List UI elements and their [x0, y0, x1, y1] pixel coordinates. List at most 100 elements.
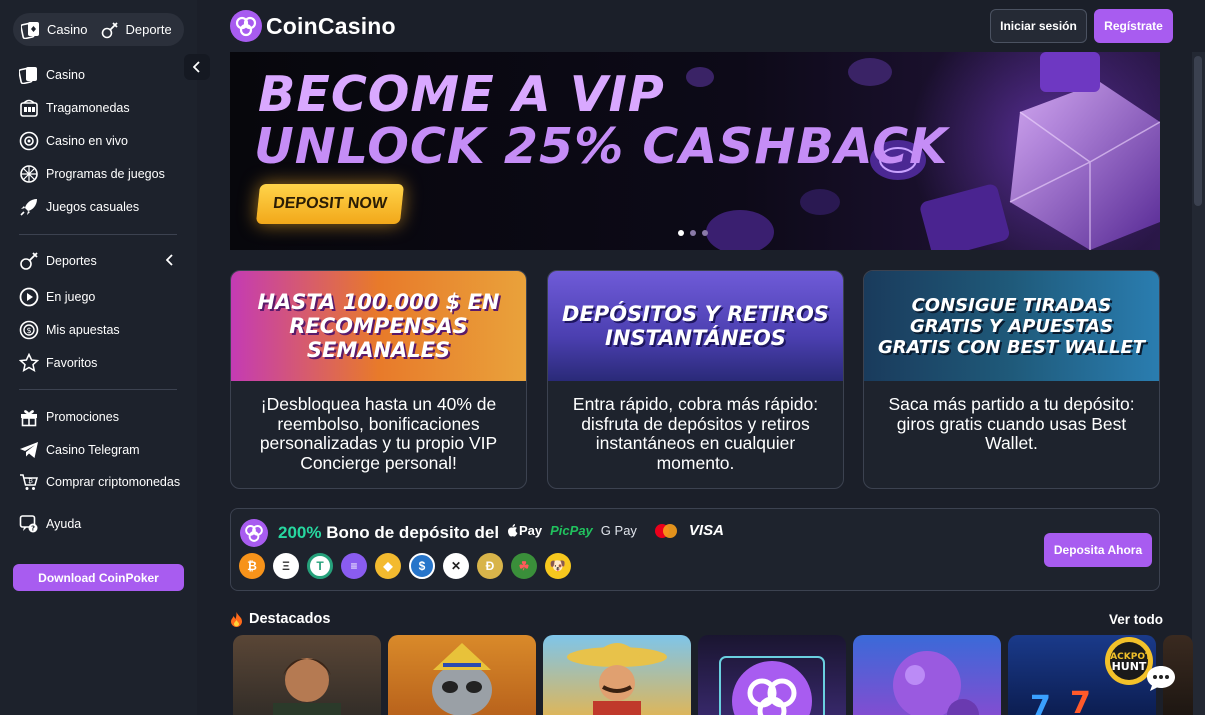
game-thumbnail	[273, 658, 341, 715]
sidebar-item-promotions[interactable]: Promociones	[19, 407, 184, 427]
sidebar-divider	[19, 234, 177, 235]
chat-icon	[1147, 666, 1175, 691]
visa-icon: VISA	[688, 522, 724, 539]
pepe-icon: ☘	[511, 553, 537, 579]
carousel-dot[interactable]	[702, 230, 708, 236]
hero-banner[interactable]: BECOME A VIP UNLOCK 25% CASHBACK DEPOSIT…	[230, 52, 1160, 250]
bonus-title-text: Bono de depósito del	[326, 523, 500, 542]
collapse-sidebar-button[interactable]	[184, 54, 210, 80]
tether-icon: T	[307, 553, 333, 579]
deposit-bonus-banner: 200% Bono de depósito del Pay PicPay G P…	[230, 508, 1160, 591]
scrollbar-thumb[interactable]	[1194, 56, 1202, 206]
promo-card-description: ¡Desbloquea hasta un 40% de reembolso, b…	[259, 394, 498, 473]
featured-title-text: Destacados	[249, 611, 331, 627]
crypto-coins-row: ₿ Ξ T ≡ ◆ $ ✕ Ð ☘ 🐶	[239, 553, 571, 579]
sidebar-item-my-bets[interactable]: $ Mis apuestas	[19, 320, 184, 340]
sidebar-item-help[interactable]: ? Ayuda	[19, 514, 184, 534]
sports-mode-label: Deportes	[125, 22, 172, 37]
promo-card-best-wallet[interactable]: CONSIGUE TIRADAS GRATIS Y APUESTAS GRATI…	[863, 270, 1160, 489]
casino-mode-tab[interactable]: Casino	[21, 21, 87, 39]
cards-icon	[21, 21, 39, 39]
see-all-link[interactable]: Ver todo	[1109, 612, 1163, 627]
chevron-left-icon	[193, 61, 200, 73]
sidebar-item-favorites[interactable]: Favoritos	[19, 353, 184, 373]
gift-icon	[19, 407, 39, 427]
game-tile[interactable]	[698, 635, 846, 715]
featured-section-title: Destacados	[230, 611, 330, 627]
game-tile[interactable]: JACKPOT HUNT 7 7	[1008, 635, 1156, 715]
game-tile[interactable]	[388, 635, 536, 715]
sidebar: Casino Deportes Casino Tragamonedas Casi…	[0, 0, 197, 715]
game-tile[interactable]	[543, 635, 691, 715]
promo-card-banner: CONSIGUE TIRADAS GRATIS Y APUESTAS GRATI…	[864, 271, 1159, 381]
game-tile[interactable]	[853, 635, 1001, 715]
svg-text:HUNT: HUNT	[1112, 660, 1147, 673]
promo-card-vip[interactable]: HASTA 100.000 $ EN RECOMPENSAS SEMANALES…	[230, 270, 527, 489]
sidebar-item-casino[interactable]: Casino	[19, 65, 184, 85]
payment-methods: Pay PicPay G Pay VISA	[507, 522, 724, 539]
deposit-now-button[interactable]: Deposita Ahora	[1044, 533, 1152, 567]
casino-mode-label: Casino	[47, 22, 88, 37]
game-tile[interactable]	[233, 635, 381, 715]
sidebar-item-game-shows[interactable]: Programas de juegos	[19, 164, 184, 184]
cards-icon	[19, 65, 39, 85]
mastercard-icon	[653, 523, 679, 539]
game-thumbnail: JACKPOTHUNT7 7	[1030, 637, 1153, 715]
sidebar-item-telegram[interactable]: Casino Telegram	[19, 440, 184, 460]
game-thumbnail	[567, 643, 667, 715]
chat-support-button[interactable]	[1146, 664, 1176, 692]
promo-card-banner: HASTA 100.000 $ EN RECOMPENSAS SEMANALES	[231, 271, 526, 381]
sidebar-item-label: Favoritos	[46, 356, 98, 370]
promo-card-banner-text: DEPÓSITOS Y RETIROS INSTANTÁNEOS	[562, 302, 829, 350]
svg-text:7: 7	[1070, 686, 1091, 715]
sidebar-item-sports[interactable]: Deportes	[19, 251, 184, 271]
register-button[interactable]: Regístrate	[1094, 9, 1173, 43]
star-icon	[19, 353, 39, 373]
coincasino-logo-icon	[230, 10, 262, 42]
login-button[interactable]: Iniciar sesión	[990, 9, 1087, 43]
site-logo[interactable]: CoinCasino	[230, 10, 396, 42]
sports-icon	[102, 21, 119, 38]
sidebar-item-slots[interactable]: Tragamonedas	[19, 98, 184, 118]
google-pay-icon: G Pay	[600, 523, 637, 538]
sidebar-divider	[19, 389, 177, 390]
sidebar-item-label: En juego	[46, 290, 96, 304]
promo-card-banner: DEPÓSITOS Y RETIROS INSTANTÁNEOS	[548, 271, 843, 381]
apple-pay-icon: Pay	[507, 523, 542, 538]
game-show-icon	[19, 164, 39, 184]
logo-text: CoinCasino	[266, 12, 396, 39]
sidebar-item-live-casino[interactable]: Casino en vivo	[19, 131, 184, 151]
bnb-icon: ◆	[375, 553, 401, 579]
svg-text:7: 7	[1030, 690, 1051, 715]
carousel-dot[interactable]	[690, 230, 696, 236]
slot-machine-icon	[19, 98, 39, 118]
deposit-now-button[interactable]: DEPOSIT NOW	[255, 184, 405, 224]
sidebar-item-label: Ayuda	[46, 517, 82, 531]
page-scrollbar[interactable]	[1192, 52, 1205, 715]
sidebar-item-in-play[interactable]: En juego	[19, 287, 184, 307]
carousel-dot[interactable]	[678, 230, 684, 236]
sidebar-item-label: Promociones	[46, 410, 119, 424]
sidebar-item-label: Casino Telegram	[46, 443, 140, 457]
coincasino-logo-icon	[240, 519, 268, 547]
fire-icon	[231, 611, 242, 627]
sidebar-item-label: Programas de juegos	[46, 167, 165, 181]
sports-mode-tab[interactable]: Deportes	[101, 21, 171, 39]
sidebar-item-label: Casino	[46, 68, 85, 82]
bitcoin-icon: ₿	[239, 553, 265, 579]
game-thumbnail	[432, 643, 492, 715]
telegram-icon	[19, 440, 39, 460]
sidebar-item-casual-games[interactable]: Juegos casuales	[19, 197, 184, 217]
chevron-left-icon[interactable]	[165, 253, 174, 269]
solana-icon: ≡	[341, 553, 367, 579]
usdc-icon: $	[409, 553, 435, 579]
svg-text:$: $	[26, 326, 31, 335]
shiba-icon: 🐶	[545, 553, 571, 579]
sidebar-item-buy-crypto[interactable]: ₿ Comprar criptomonedas	[19, 472, 184, 492]
promo-card-instant[interactable]: DEPÓSITOS Y RETIROS INSTANTÁNEOS Entra r…	[547, 270, 844, 489]
ethereum-icon: Ξ	[273, 553, 299, 579]
hero-subheadline: UNLOCK 25% CASHBACK	[254, 118, 949, 175]
download-coinpoker-button[interactable]: Download CoinPoker	[13, 564, 184, 591]
play-icon	[19, 287, 39, 307]
svg-text:₿: ₿	[28, 477, 33, 485]
